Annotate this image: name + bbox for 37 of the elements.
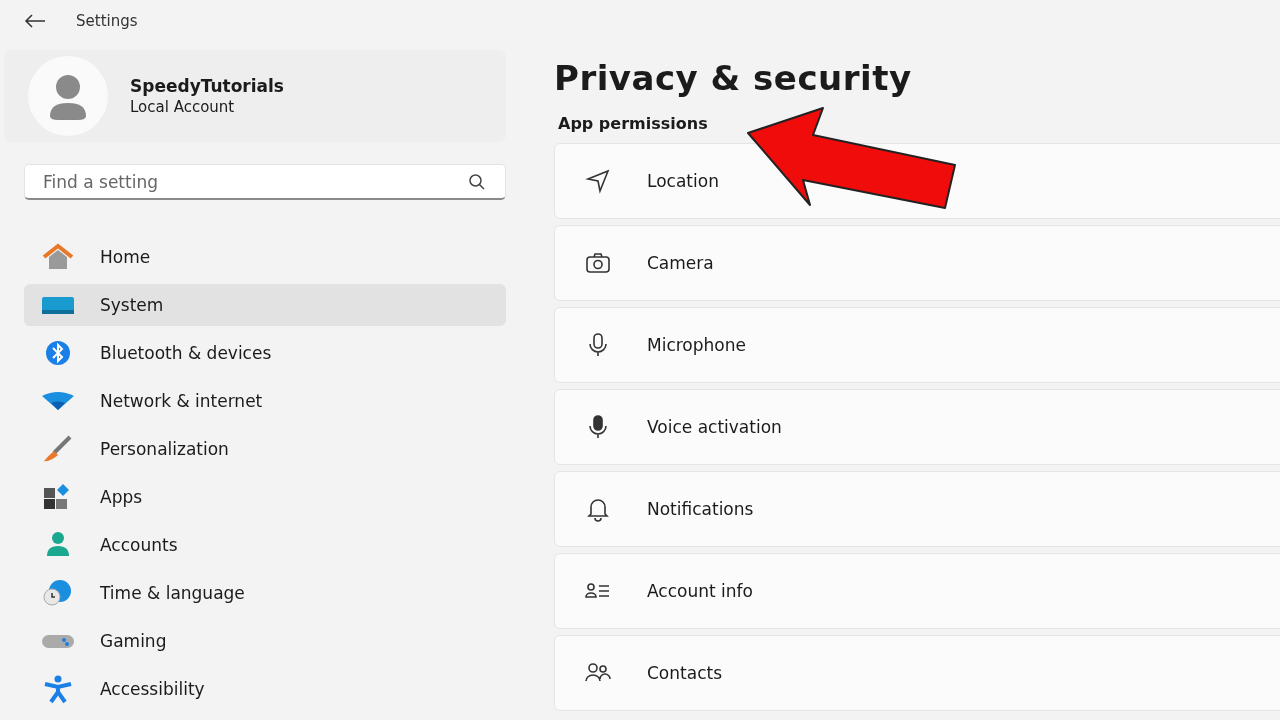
window-title: Settings [76,12,138,30]
search-field[interactable]: Find a setting [24,164,506,200]
bell-icon [585,496,611,522]
permission-card[interactable]: Microphone [554,307,1280,383]
sidebar-label: Accessibility [100,679,205,699]
sidebar-label: Home [100,247,151,267]
sidebar-label: Network & internet [100,391,263,411]
page-title: Privacy & security [554,58,913,98]
permission-card[interactable]: Account info [554,553,1280,629]
account-name: SpeedyTutorials [130,76,284,96]
permission-label: Microphone [647,335,746,355]
sidebar-label: Bluetooth & devices [100,343,272,363]
permission-label: Location [647,171,719,191]
house-icon [40,242,76,272]
permission-label: Notifications [647,499,754,519]
permission-label: Voice activation [647,417,782,437]
sidebar-item[interactable]: System [24,284,506,326]
location-arrow-icon [585,168,611,194]
sidebar-label: Personalization [100,439,229,459]
permission-card[interactable]: Contacts [554,635,1280,711]
sidebar-label: Time & language [100,583,245,603]
sidebar-label: Gaming [100,631,167,651]
sidebar-label: Accounts [100,535,178,555]
sidebar-label: System [100,295,164,315]
section-heading: App permissions [558,114,709,133]
search-icon[interactable] [468,173,486,191]
permission-card[interactable]: Notifications [554,471,1280,547]
permission-label: Contacts [647,663,722,683]
sidebar-label: Apps [100,487,143,507]
permission-card[interactable]: Voice activation [554,389,1280,465]
back-arrow-icon[interactable] [24,14,46,28]
permission-card[interactable]: Camera [554,225,1280,301]
avatar-icon[interactable] [28,56,108,136]
account-type: Local Account [130,98,236,116]
permission-label: Camera [647,253,714,273]
camera-icon [585,250,611,276]
permission-label: Account info [647,581,753,601]
